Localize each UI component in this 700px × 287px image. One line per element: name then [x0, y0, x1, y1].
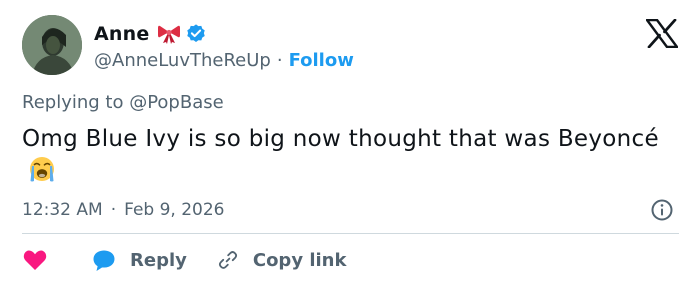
x-logo-icon[interactable]: [646, 19, 678, 48]
ribbon-bow-icon: [158, 25, 181, 44]
timestamp-separator: ·: [110, 200, 117, 220]
link-icon: [218, 251, 237, 269]
reply-label: Reply: [130, 249, 187, 271]
speech-bubble-icon: [93, 250, 115, 271]
reply-button[interactable]: Reply: [92, 248, 187, 272]
display-name[interactable]: Anne: [94, 23, 149, 45]
copy-link-label: Copy link: [252, 249, 347, 271]
timestamp-row[interactable]: 12:32 AM · Feb 9, 2026: [22, 198, 225, 222]
loudly-crying-face-icon: [30, 157, 54, 182]
tweet-body: Omg Blue Ivy is so big now thought that …: [22, 126, 659, 152]
name-row: Anne: [94, 21, 207, 47]
tweet-date[interactable]: Feb 9, 2026: [124, 200, 224, 220]
action-bar: Reply Copy link: [22, 245, 346, 275]
verified-badge-icon: [187, 24, 206, 42]
copy-link-button[interactable]: Copy link: [217, 249, 347, 271]
info-icon[interactable]: [650, 198, 674, 222]
tweet-time[interactable]: 12:32 AM: [22, 200, 103, 220]
avatar-image: [22, 15, 82, 75]
handle-separator: ·: [276, 49, 283, 71]
avatar[interactable]: [22, 15, 82, 75]
replying-to[interactable]: Replying to @PopBase: [22, 92, 224, 113]
follow-button[interactable]: Follow: [289, 50, 354, 71]
tweet-card: Anne @AnneLuvTheReUp · Follow Replying t…: [0, 0, 700, 287]
author-handle[interactable]: @AnneLuvTheReUp: [94, 50, 271, 71]
handle-row: @AnneLuvTheReUp · Follow: [94, 48, 354, 72]
tweet-text: Omg Blue Ivy is so big now thought that …: [22, 124, 662, 187]
heart-icon[interactable]: [22, 247, 48, 273]
divider: [22, 233, 679, 234]
